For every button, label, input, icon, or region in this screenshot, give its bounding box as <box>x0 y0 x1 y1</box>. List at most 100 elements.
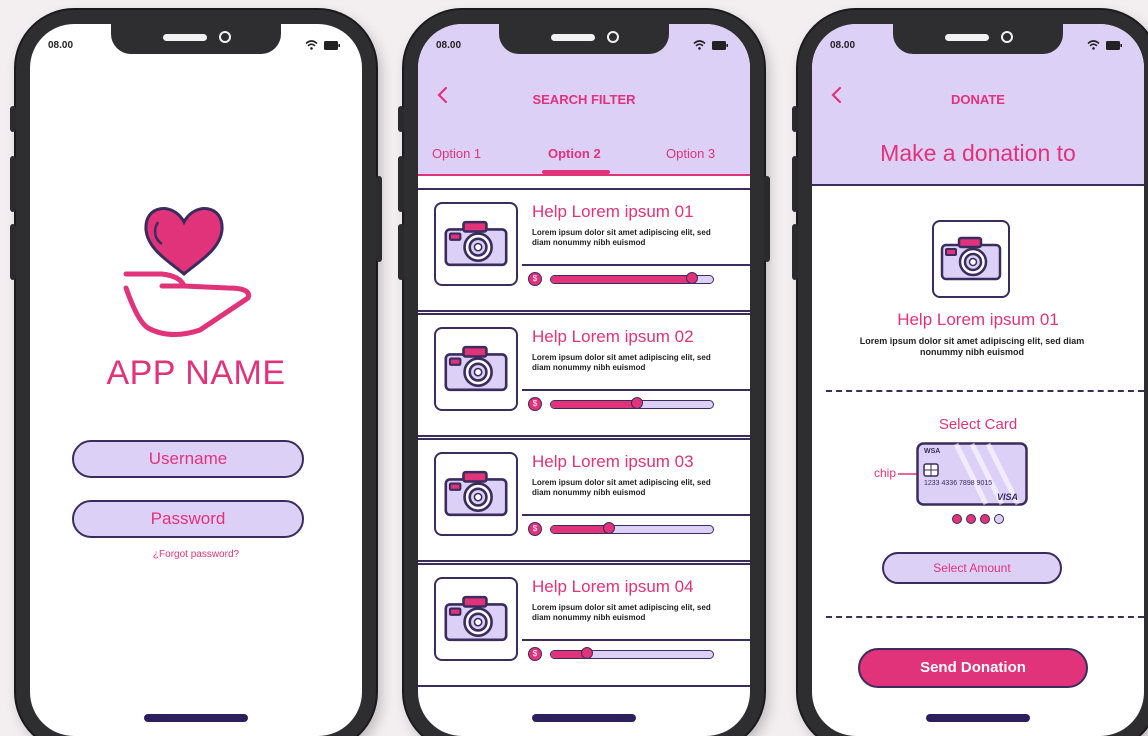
help-list-item[interactable]: Help Lorem ipsum 01 Lorem ipsum dolor si… <box>418 188 750 312</box>
power-button <box>376 176 382 262</box>
status-icons <box>305 40 340 50</box>
donation-progress-knob[interactable] <box>580 647 593 659</box>
mute-switch <box>10 106 16 132</box>
help-item-title: Help Lorem ipsum 01 <box>532 202 694 221</box>
card-brand: VISA <box>996 492 1018 502</box>
help-thumbnail <box>434 577 518 661</box>
status-icons <box>693 40 728 50</box>
dashed-divider <box>826 616 1144 618</box>
tab-option-3[interactable]: Option 3 <box>666 146 715 161</box>
volume-down-button <box>10 224 16 280</box>
help-item-title: Help Lorem ipsum 02 <box>532 327 694 346</box>
chip-label: chip <box>874 466 897 480</box>
home-indicator <box>532 714 636 722</box>
tab-option-2[interactable]: Option 2 <box>548 146 601 161</box>
help-item-divider <box>522 639 750 641</box>
donation-progress-knob[interactable] <box>630 397 643 409</box>
card-brand-top: WSA <box>924 448 941 455</box>
help-list-item[interactable]: Help Lorem ipsum 03 Lorem ipsum dolor si… <box>418 438 750 562</box>
donation-progress-track <box>550 272 714 284</box>
carousel-dot[interactable] <box>952 514 962 524</box>
home-indicator <box>926 714 1030 722</box>
donation-progress-knob[interactable] <box>685 272 698 284</box>
carousel-dot[interactable] <box>994 514 1004 524</box>
donate-heading: Make a donation to <box>880 140 1076 166</box>
donation-progress-knob[interactable] <box>603 522 616 534</box>
power-button <box>764 176 770 262</box>
mute-switch <box>398 106 404 132</box>
carousel-dot[interactable] <box>980 514 990 524</box>
volume-down-button <box>792 224 798 280</box>
camera-icon <box>444 220 508 267</box>
phone-donate: 08.00 DONATE Make a donation to Help Lor… <box>792 10 1148 736</box>
battery-icon <box>324 40 340 50</box>
volume-up-button <box>792 156 798 212</box>
coin-icon: $ <box>528 647 542 661</box>
phone-login: 08.00 APP NAME Username Password ¿Forgot… <box>10 10 382 736</box>
login-screen: 08.00 APP NAME Username Password ¿Forgot… <box>30 24 362 736</box>
card-number: 1233 4336 7898 9015 <box>924 480 993 487</box>
donation-description: Lorem ipsum dolor sit amet adipiscing el… <box>859 336 1085 357</box>
username-field[interactable]: Username <box>72 440 304 478</box>
home-indicator <box>144 714 248 722</box>
donation-title: Help Lorem ipsum 01 <box>897 310 1059 329</box>
battery-icon <box>712 40 728 50</box>
donation-progress-track <box>550 522 714 534</box>
donation-progress-fill <box>551 276 692 283</box>
help-item-description: Lorem ipsum dolor sit amet adipiscing el… <box>532 603 711 622</box>
coin-icon: $ <box>528 522 542 536</box>
wifi-icon <box>1087 40 1100 50</box>
camera-icon <box>940 236 1002 281</box>
help-thumbnail <box>434 327 518 411</box>
select-card-label: Select Card <box>938 416 1018 433</box>
notch <box>893 24 1063 54</box>
help-list: Help Lorem ipsum 01 Lorem ipsum dolor si… <box>418 188 750 688</box>
help-list-item[interactable]: Help Lorem ipsum 04 Lorem ipsum dolor si… <box>418 563 750 687</box>
help-thumbnail <box>434 452 518 536</box>
battery-icon <box>1106 40 1122 50</box>
credit-card[interactable]: WSA 1233 4336 7898 9015 VISA <box>916 442 1028 506</box>
phone-search-filter: 08.00 SEARCH FILTER Option 1 Option 2 Op… <box>398 10 770 736</box>
search-filter-screen: 08.00 SEARCH FILTER Option 1 Option 2 Op… <box>418 24 750 736</box>
heart-hand-logo-icon <box>123 207 252 337</box>
donation-progress-track <box>550 647 714 659</box>
header-divider <box>812 184 1144 186</box>
help-item-divider <box>522 389 750 391</box>
app-name: APP NAME <box>106 354 286 392</box>
help-item-title: Help Lorem ipsum 03 <box>532 452 694 471</box>
camera-icon <box>444 595 508 642</box>
help-item-description: Lorem ipsum dolor sit amet adipiscing el… <box>532 478 711 497</box>
donation-progress-fill <box>551 526 610 533</box>
notch <box>499 24 669 54</box>
card-carousel-dots <box>952 514 1004 524</box>
help-item-description: Lorem ipsum dolor sit amet adipiscing el… <box>532 228 711 247</box>
forgot-password-link[interactable]: ¿Forgot password? <box>30 549 362 560</box>
volume-up-button <box>10 156 16 212</box>
carousel-dot[interactable] <box>966 514 976 524</box>
select-amount-button[interactable]: Select Amount <box>882 552 1062 584</box>
wifi-icon <box>693 40 706 50</box>
status-icons <box>1087 40 1122 50</box>
mute-switch <box>792 106 798 132</box>
coin-icon: $ <box>528 272 542 286</box>
status-time: 08.00 <box>48 40 74 51</box>
camera-icon <box>444 470 508 517</box>
help-thumbnail <box>434 202 518 286</box>
help-item-divider <box>522 514 750 516</box>
donate-screen: 08.00 DONATE Make a donation to Help Lor… <box>812 24 1144 736</box>
password-field[interactable]: Password <box>72 500 304 538</box>
notch <box>111 24 281 54</box>
page-title: SEARCH FILTER <box>532 92 636 107</box>
camera-icon <box>444 345 508 392</box>
help-list-item[interactable]: Help Lorem ipsum 02 Lorem ipsum dolor si… <box>418 313 750 437</box>
send-donation-button[interactable]: Send Donation <box>858 648 1088 688</box>
help-item-divider <box>522 264 750 266</box>
tab-option-1[interactable]: Option 1 <box>432 146 481 161</box>
donation-progress-track <box>550 397 714 409</box>
back-arrow-icon[interactable] <box>830 86 842 104</box>
help-item-title: Help Lorem ipsum 04 <box>532 577 694 596</box>
back-arrow-icon[interactable] <box>436 86 448 104</box>
volume-down-button <box>398 224 404 280</box>
dashed-divider <box>826 390 1144 392</box>
wifi-icon <box>305 40 318 50</box>
